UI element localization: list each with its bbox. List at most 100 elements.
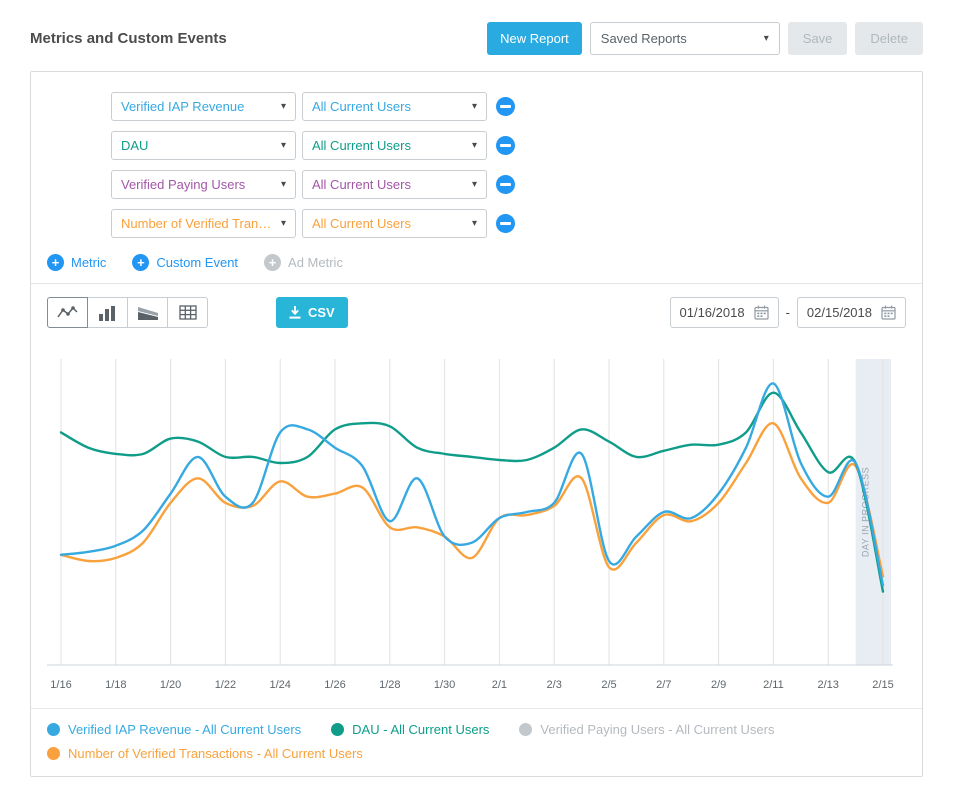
remove-metric-button[interactable] [496,97,515,116]
date-separator: - [786,305,790,320]
date-from-value: 01/16/2018 [680,305,745,320]
chevron-down-icon: ▾ [472,101,477,112]
segment-select-label: All Current Users [312,177,411,192]
metric-select-3[interactable]: Number of Verified Trans... ▾ [111,209,296,238]
segment-select-2[interactable]: All Current Users ▾ [302,170,487,199]
stacked-area-chart-type-button[interactable] [127,297,168,328]
chevron-down-icon: ▾ [472,218,477,229]
date-range: 01/16/2018 - 02/15/2018 [670,297,907,328]
metric-select-label: Verified IAP Revenue [121,99,244,114]
remove-metric-button[interactable] [496,136,515,155]
svg-text:1/24: 1/24 [269,679,290,691]
metric-select-label: Verified Paying Users [121,177,245,192]
metric-select-label: Number of Verified Trans... [121,216,275,231]
plus-icon: + [264,254,281,271]
plus-icon: + [132,254,149,271]
metric-select-1[interactable]: DAU ▾ [111,131,296,160]
saved-reports-label: Saved Reports [601,31,687,46]
legend-dot [47,747,60,760]
date-from-input[interactable]: 01/16/2018 [670,297,779,328]
report-panel: Verified IAP Revenue ▾ All Current Users… [30,71,923,777]
add-custom-event-button[interactable]: + Custom Event [132,254,238,271]
svg-text:2/9: 2/9 [711,679,726,691]
download-icon [289,306,301,319]
chart-type-group [47,297,208,328]
svg-text:2/15: 2/15 [872,679,893,691]
segment-select-label: All Current Users [312,138,411,153]
line-chart-icon [56,305,79,321]
add-ad-metric-button: + Ad Metric [264,254,343,271]
svg-text:2/7: 2/7 [656,679,671,691]
legend-item-verified-paying-users[interactable]: Verified Paying Users - All Current User… [519,722,774,737]
metrics-line-chart[interactable]: 1/161/181/201/221/241/261/281/302/12/32/… [45,349,907,697]
svg-text:1/18: 1/18 [105,679,126,691]
segment-select-1[interactable]: All Current Users ▾ [302,131,487,160]
table-icon [179,305,197,320]
chevron-down-icon: ▾ [281,140,286,151]
chevron-down-icon: ▾ [472,179,477,190]
svg-text:2/3: 2/3 [547,679,562,691]
svg-text:1/26: 1/26 [324,679,345,691]
segment-select-0[interactable]: All Current Users ▾ [302,92,487,121]
save-button: Save [788,22,848,55]
legend-dot [331,723,344,736]
svg-text:1/30: 1/30 [434,679,455,691]
minus-icon [500,183,511,186]
svg-text:1/20: 1/20 [160,679,181,691]
legend-item-dau[interactable]: DAU - All Current Users [331,722,489,737]
metric-rows: Verified IAP Revenue ▾ All Current Users… [111,92,906,238]
metric-select-2[interactable]: Verified Paying Users ▾ [111,170,296,199]
add-metric-button[interactable]: + Metric [47,254,106,271]
stacked-area-chart-icon [137,305,159,321]
minus-icon [500,222,511,225]
chevron-down-icon: ▾ [281,101,286,112]
calendar-icon [881,305,896,320]
chart-legend: Verified IAP Revenue - All Current Users… [31,708,922,776]
legend-dot [519,723,532,736]
download-csv-button[interactable]: CSV [276,297,348,328]
metric-row: Verified Paying Users ▾ All Current User… [111,170,906,199]
saved-reports-dropdown[interactable]: Saved Reports ▾ [590,22,780,55]
legend-label: Verified Paying Users - All Current User… [540,722,774,737]
top-controls: New Report Saved Reports ▾ Save Delete [487,22,923,55]
legend-dot [47,723,60,736]
metric-row: Verified IAP Revenue ▾ All Current Users… [111,92,906,121]
segment-select-label: All Current Users [312,99,411,114]
legend-label: DAU - All Current Users [352,722,489,737]
line-chart-type-button[interactable] [47,297,88,328]
svg-text:2/13: 2/13 [817,679,838,691]
metric-row: Number of Verified Trans... ▾ All Curren… [111,209,906,238]
chevron-down-icon: ▾ [281,179,286,190]
svg-text:1/28: 1/28 [379,679,400,691]
chevron-down-icon: ▾ [281,218,286,229]
add-metric-label: Metric [71,255,106,270]
top-bar: Metrics and Custom Events New Report Sav… [0,0,953,71]
csv-label: CSV [308,305,335,320]
date-to-input[interactable]: 02/15/2018 [797,297,906,328]
metric-select-label: DAU [121,138,148,153]
svg-text:2/5: 2/5 [601,679,616,691]
add-ad-metric-label: Ad Metric [288,255,343,270]
new-report-button[interactable]: New Report [487,22,582,55]
bar-chart-type-button[interactable] [87,297,128,328]
segment-select-label: All Current Users [312,216,411,231]
svg-text:1/16: 1/16 [50,679,71,691]
metric-row: DAU ▾ All Current Users ▾ [111,131,906,160]
remove-metric-button[interactable] [496,175,515,194]
calendar-icon [754,305,769,320]
add-links-row: + Metric + Custom Event + Ad Metric [47,254,906,271]
plus-icon: + [47,254,64,271]
legend-label: Verified IAP Revenue - All Current Users [68,722,301,737]
chart-area: 1/161/181/201/221/241/261/281/302/12/32/… [31,341,922,702]
legend-item-verified-iap-revenue[interactable]: Verified IAP Revenue - All Current Users [47,722,301,737]
metric-section: Verified IAP Revenue ▾ All Current Users… [31,72,922,283]
segment-select-3[interactable]: All Current Users ▾ [302,209,487,238]
chevron-down-icon: ▾ [764,33,769,44]
chevron-down-icon: ▾ [472,140,477,151]
metric-select-0[interactable]: Verified IAP Revenue ▾ [111,92,296,121]
svg-text:2/1: 2/1 [492,679,507,691]
legend-label: Number of Verified Transactions - All Cu… [68,746,363,761]
legend-item-number-of-verified-transactions[interactable]: Number of Verified Transactions - All Cu… [47,746,363,761]
table-view-button[interactable] [167,297,208,328]
remove-metric-button[interactable] [496,214,515,233]
